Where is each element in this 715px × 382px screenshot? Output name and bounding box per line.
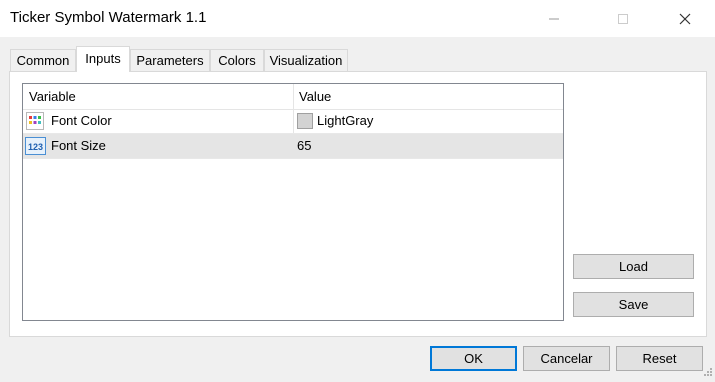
tab-parameters[interactable]: Parameters (130, 49, 210, 71)
tab-visualization[interactable]: Visualization (264, 49, 348, 71)
tab-inputs[interactable]: Inputs (76, 46, 130, 72)
minimize-button[interactable] (531, 0, 577, 37)
inputs-panel: Variable Value Font Color LightGray 123 … (9, 71, 707, 337)
resize-grip-icon[interactable] (703, 365, 713, 380)
save-button[interactable]: Save (573, 292, 694, 317)
cancel-button[interactable]: Cancelar (523, 346, 610, 371)
ok-button[interactable]: OK (430, 346, 517, 371)
variable-value[interactable]: LightGray (317, 109, 373, 133)
color-swatch (297, 109, 313, 133)
reset-button[interactable]: Reset (616, 346, 703, 371)
numeric-123-icon: 123 (25, 134, 47, 158)
close-button[interactable] (662, 0, 708, 37)
window-title: Ticker Symbol Watermark 1.1 (10, 9, 207, 26)
column-header-value[interactable]: Value (293, 84, 563, 109)
cell-divider (293, 109, 294, 133)
variable-name: Font Size (51, 138, 106, 153)
close-icon (679, 13, 691, 25)
tab-common[interactable]: Common (10, 49, 76, 71)
maximize-icon (618, 14, 628, 24)
load-button[interactable]: Load (573, 254, 694, 279)
table-row[interactable]: Font Color LightGray (23, 109, 563, 134)
table-row[interactable]: 123 Font Size 65 (23, 134, 563, 159)
cell-divider (293, 134, 294, 158)
svg-text:123: 123 (28, 142, 43, 152)
variable-value[interactable]: 65 (297, 134, 311, 158)
minimize-icon (549, 18, 559, 20)
inputs-table: Variable Value Font Color LightGray 123 … (22, 83, 564, 321)
color-palette-icon (26, 109, 46, 133)
column-header-variable[interactable]: Variable (23, 84, 293, 109)
maximize-button[interactable] (600, 0, 646, 37)
title-bar: Ticker Symbol Watermark 1.1 (0, 0, 715, 37)
tab-colors[interactable]: Colors (210, 49, 264, 71)
table-header: Variable Value (23, 84, 563, 110)
variable-name: Font Color (51, 113, 112, 128)
